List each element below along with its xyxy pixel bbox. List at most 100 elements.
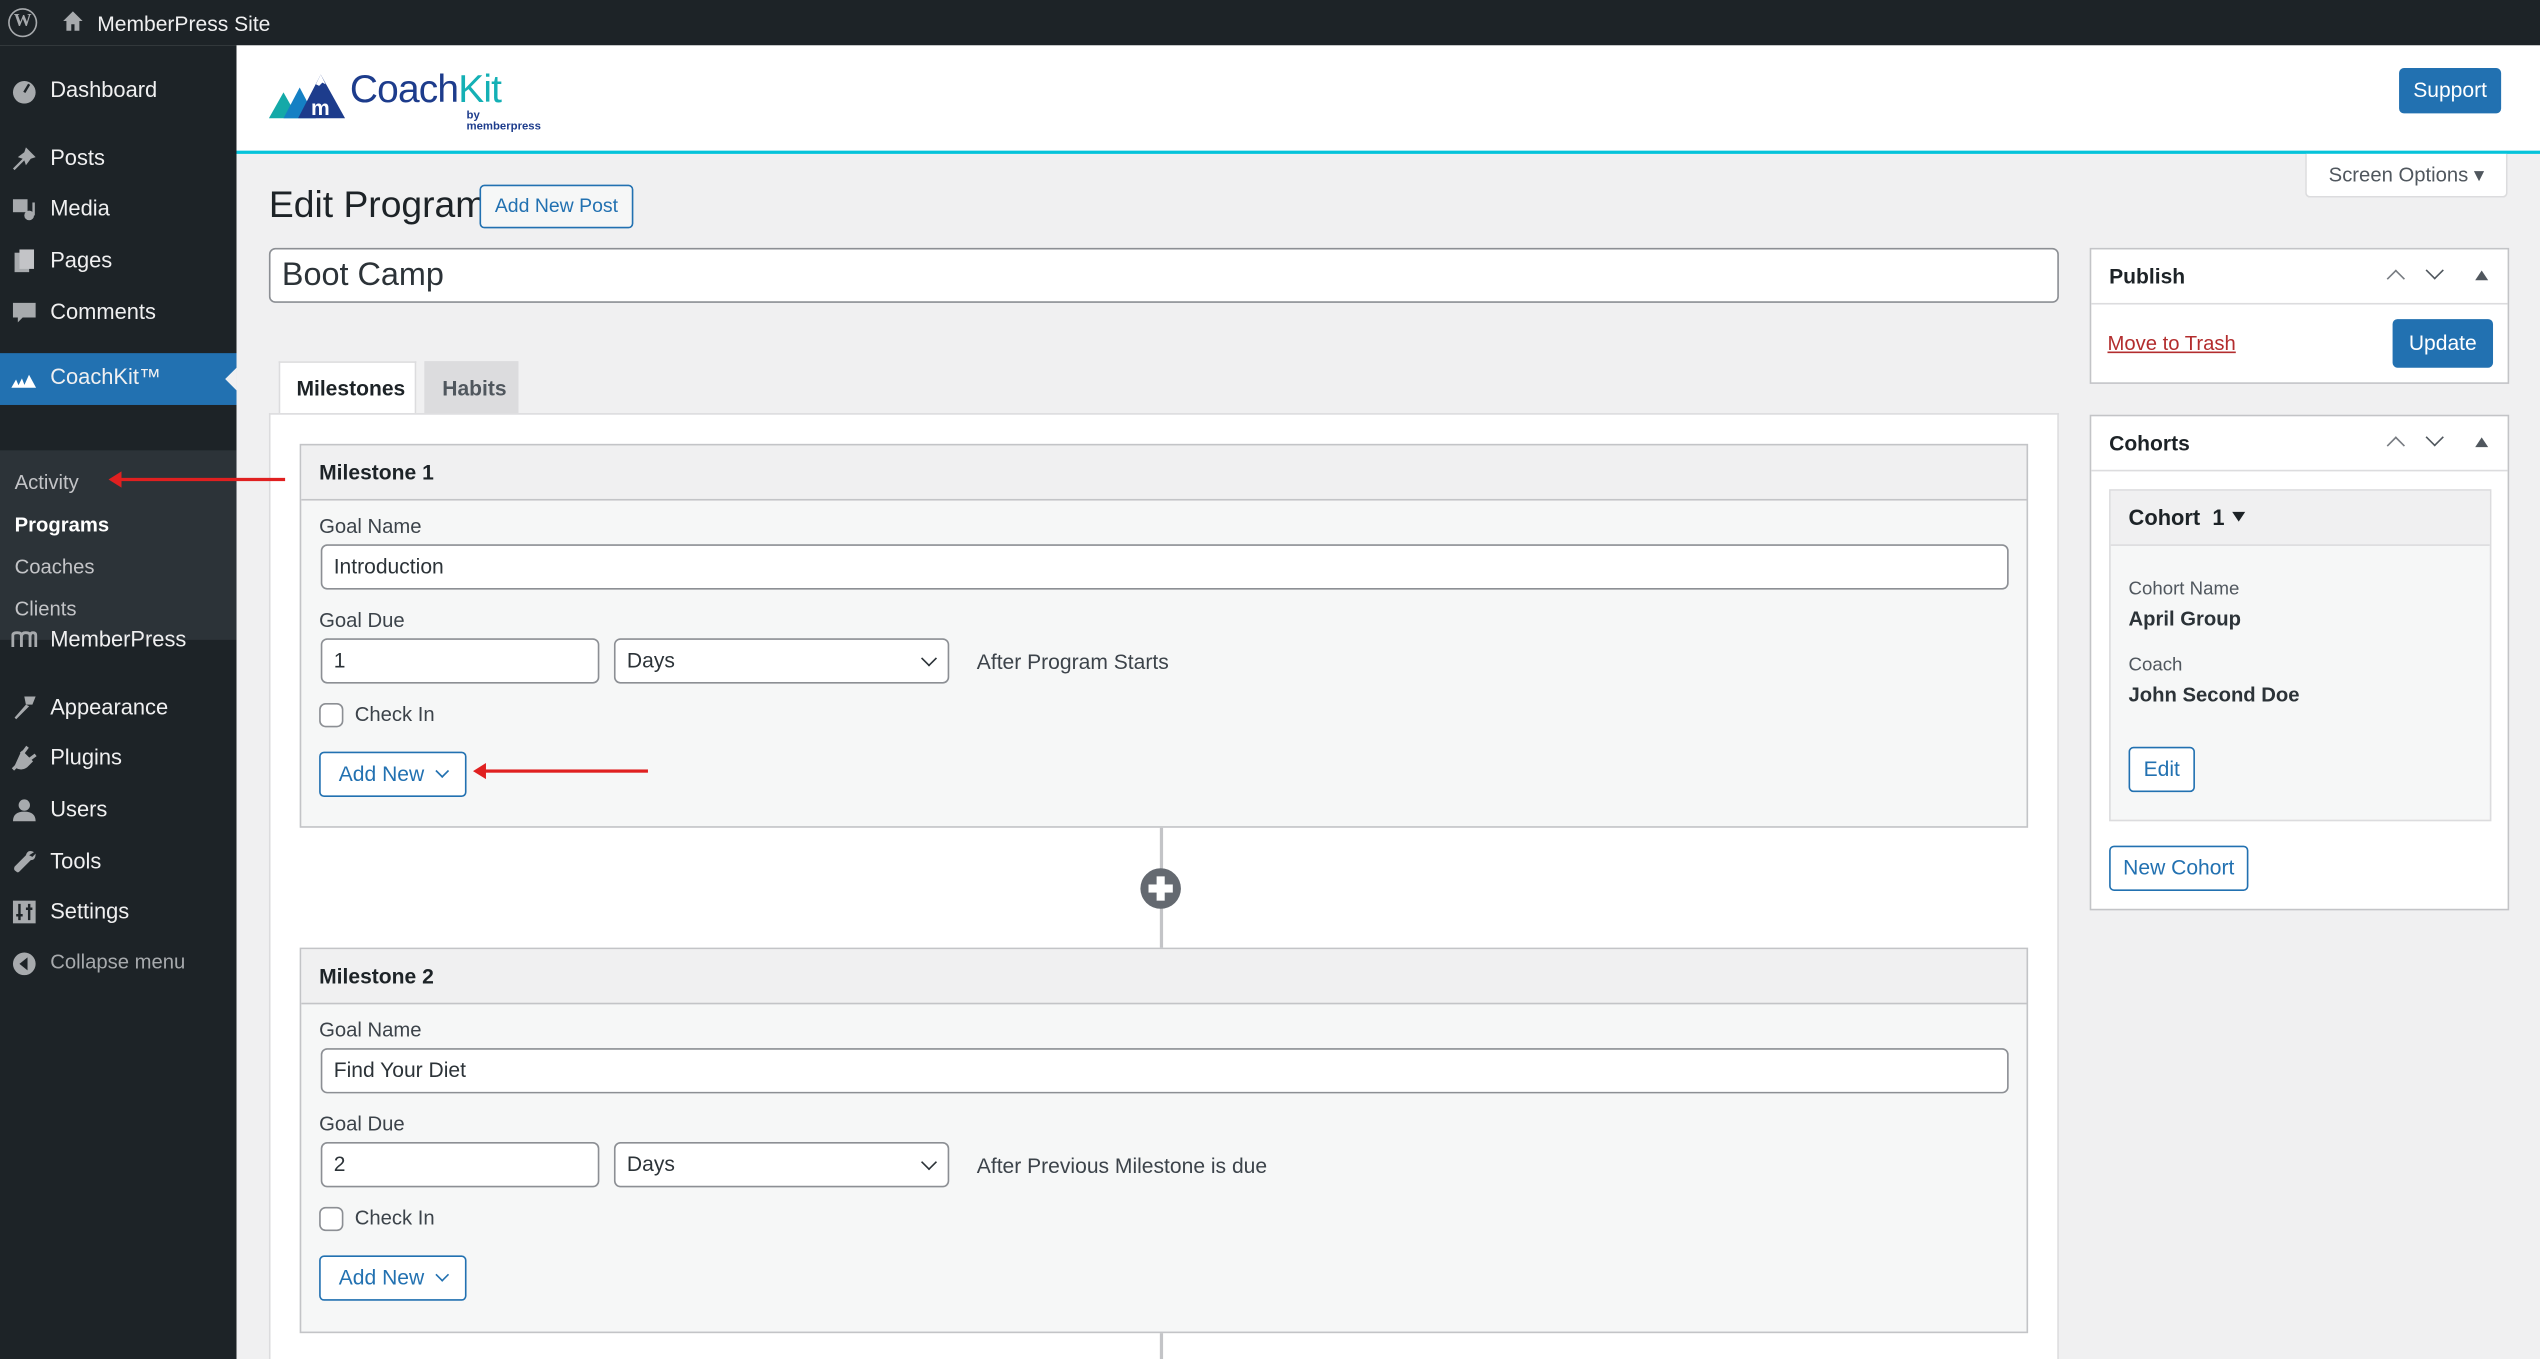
cohort-title: Cohort 1: [2128, 505, 2225, 530]
publish-box-header: Publish: [2091, 249, 2508, 305]
cohort-name-value: April Group: [2128, 607, 2242, 631]
goal-name-input[interactable]: Introduction: [320, 544, 2009, 590]
check-in-checkbox[interactable]: [319, 1206, 344, 1232]
sidebar-item-comments[interactable]: Comments: [0, 288, 237, 337]
collapse-icon: [12, 952, 36, 976]
screen-options-toggle[interactable]: Screen Options ▾: [2305, 153, 2508, 198]
goal-due-label: Goal Due: [319, 1112, 405, 1136]
wrench-icon: [14, 850, 36, 873]
sidebar-item-media[interactable]: Media: [0, 185, 237, 234]
plugin-icon: [11, 745, 37, 771]
sidebar-label: Settings: [50, 899, 130, 924]
check-in-label: Check In: [354, 703, 435, 726]
cohorts-box: Cohorts Cohort 1 Cohort Name April Group…: [2089, 414, 2510, 911]
add-new-dropdown-button[interactable]: Add New: [319, 751, 467, 797]
sidebar-item-users[interactable]: Users: [0, 786, 237, 835]
sidebar-item-tools[interactable]: Tools: [0, 837, 237, 886]
sidebar-item-memberpress[interactable]: MemberPress: [0, 616, 237, 665]
sidebar-item-coachkit[interactable]: CoachKit™: [0, 353, 237, 405]
media-icon: [12, 199, 35, 221]
sidebar-label: Users: [50, 796, 108, 822]
add-new-post-button[interactable]: Add New Post: [479, 184, 634, 229]
submenu-programs[interactable]: Programs: [15, 514, 110, 537]
check-in-checkbox[interactable]: [319, 703, 344, 728]
goal-name-label: Goal Name: [319, 1018, 422, 1042]
move-up-icon[interactable]: [2386, 269, 2405, 288]
site-name-link[interactable]: MemberPress Site: [97, 11, 270, 35]
logo-word-coach: Coach: [349, 68, 459, 112]
sidebar-label: Posts: [50, 145, 105, 171]
due-value-input[interactable]: 1: [320, 638, 600, 684]
edit-cohort-button[interactable]: Edit: [2128, 746, 2195, 793]
sidebar-item-plugins[interactable]: Plugins: [0, 734, 237, 783]
annotation-arrow-add-new: [473, 762, 648, 780]
settings-icon: [12, 900, 36, 924]
sidebar-label: Comments: [50, 299, 156, 324]
submenu-coaches[interactable]: Coaches: [15, 556, 95, 579]
update-button[interactable]: Update: [2392, 319, 2494, 368]
user-icon: [12, 799, 36, 822]
post-title-input[interactable]: Boot Camp: [268, 247, 2059, 303]
collapse-toggle-icon[interactable]: [2475, 270, 2489, 281]
milestone-title[interactable]: Milestone 2: [301, 949, 2027, 1005]
add-new-dropdown-button[interactable]: Add New: [319, 1255, 467, 1301]
sidebar-label: CoachKit™: [50, 364, 161, 389]
coachkit-logo: m CoachKit by memberpress: [268, 68, 541, 133]
wp-admin-screen: W MemberPress Site Dashboard Posts Media…: [0, 0, 2540, 1359]
move-to-trash-link[interactable]: Move to Trash: [2107, 332, 2235, 355]
tab-habits[interactable]: Habits: [424, 361, 519, 415]
milestone-connector: [1159, 1331, 1164, 1359]
logo-word-kit: Kit: [458, 68, 502, 112]
sidebar-label: Pages: [50, 247, 113, 273]
sidebar-item-appearance[interactable]: Appearance: [0, 684, 237, 733]
sidebar-label: Plugins: [50, 745, 122, 770]
goal-due-label: Goal Due: [319, 609, 405, 632]
coach-value: John Second Doe: [2128, 683, 2300, 707]
goal-name-input[interactable]: Find Your Diet: [320, 1048, 2009, 1094]
due-unit-select[interactable]: Days: [613, 1142, 950, 1188]
cohort-header-toggle[interactable]: Cohort 1: [2110, 490, 2490, 546]
admin-bar: W MemberPress Site: [0, 0, 2540, 46]
tab-milestones[interactable]: Milestones: [278, 361, 417, 415]
move-up-icon[interactable]: [2386, 436, 2405, 455]
svg-text:m: m: [311, 97, 330, 120]
move-down-icon[interactable]: [2425, 261, 2444, 280]
sidebar-item-posts[interactable]: Posts: [0, 134, 237, 183]
goal-name-label: Goal Name: [319, 515, 422, 538]
sidebar-item-pages[interactable]: Pages: [0, 237, 237, 286]
brush-icon: [14, 696, 36, 720]
due-unit-select[interactable]: Days: [613, 638, 950, 684]
logo-by-memberpress: by memberpress: [466, 110, 541, 133]
collapse-toggle-icon[interactable]: [2475, 437, 2489, 448]
publish-title: Publish: [2109, 264, 2186, 289]
submenu-activity[interactable]: Activity: [15, 471, 79, 494]
support-button[interactable]: Support: [2399, 68, 2502, 114]
collapse-menu-button[interactable]: Collapse menu: [0, 940, 237, 989]
cohort-card: Cohort 1 Cohort Name April Group Coach J…: [2109, 489, 2492, 822]
add-new-label: Add New: [338, 761, 425, 786]
cohorts-title: Cohorts: [2109, 430, 2190, 456]
new-cohort-button[interactable]: New Cohort: [2109, 845, 2249, 891]
chevron-down-icon: [435, 764, 449, 778]
add-new-label: Add New: [338, 1265, 425, 1290]
wordpress-logo-icon[interactable]: W: [8, 8, 38, 38]
due-value-input[interactable]: 2: [320, 1142, 600, 1188]
comments-icon: [12, 302, 36, 323]
admin-sidebar: Dashboard Posts Media Pages Comments Coa…: [0, 45, 237, 1359]
due-relative-text: After Program Starts: [976, 649, 1169, 674]
mountains-icon: [11, 374, 37, 388]
move-down-icon[interactable]: [2425, 428, 2444, 447]
caret-down-icon: [2232, 511, 2246, 522]
pin-icon: [12, 147, 36, 171]
memberpress-icon: [11, 631, 38, 648]
milestone-card: Milestone 2 Goal Name Find Your Diet Goa…: [299, 947, 2029, 1334]
check-in-label: Check In: [354, 1206, 435, 1230]
due-unit-value: Days: [626, 647, 675, 673]
add-milestone-plus-icon[interactable]: [1140, 868, 1181, 909]
sidebar-label: MemberPress: [50, 626, 187, 652]
sidebar-item-dashboard[interactable]: Dashboard: [0, 66, 237, 115]
sidebar-item-settings[interactable]: Settings: [0, 888, 237, 937]
sidebar-label: Dashboard: [50, 77, 158, 103]
milestone-title[interactable]: Milestone 1: [301, 445, 2027, 501]
home-icon[interactable]: [62, 10, 85, 33]
